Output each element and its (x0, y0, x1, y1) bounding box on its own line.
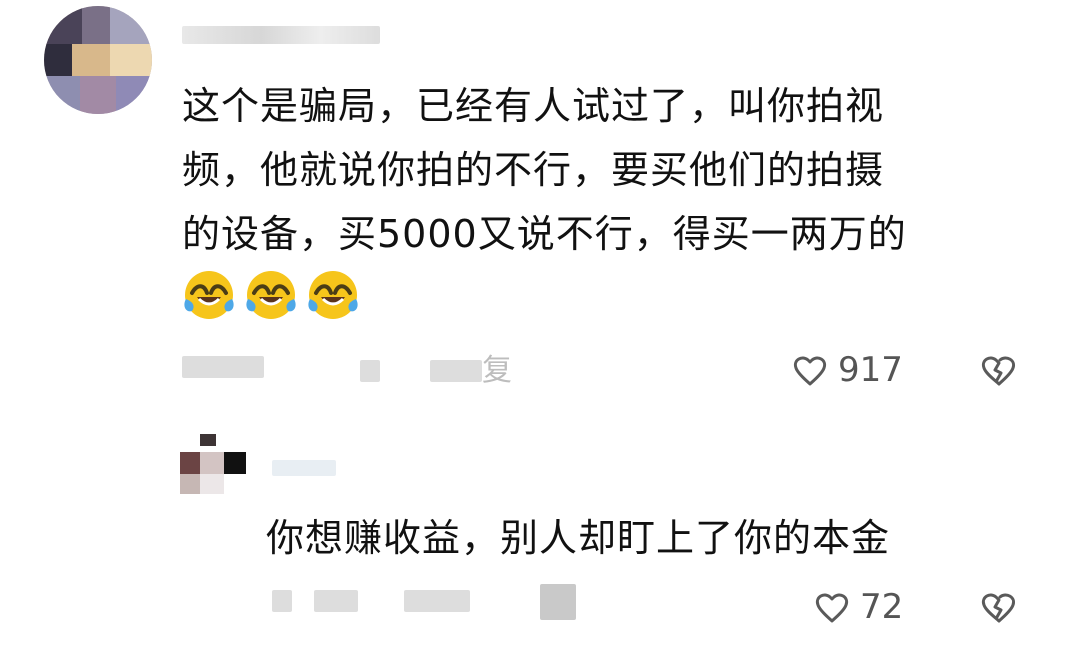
comment-item-1[interactable]: 这个是骗局，已经有人试过了，叫你拍视 频，他就说你拍的不行，要买他们的拍摄 的设… (0, 0, 1080, 410)
reply-blurred-fragment[interactable] (540, 584, 576, 620)
comment-text: 这个是骗局，已经有人试过了，叫你拍视 频，他就说你拍的不行，要买他们的拍摄 的设… (182, 84, 907, 256)
like-button[interactable]: 72 (812, 587, 903, 627)
timestamp-blurred (182, 356, 264, 378)
heart-icon (790, 350, 830, 390)
dislike-button[interactable] (978, 350, 1020, 390)
broken-heart-icon (978, 350, 1020, 390)
avatar[interactable] (180, 434, 248, 502)
emoji-row (182, 268, 360, 322)
like-count: 917 (838, 350, 903, 390)
reply-blurred[interactable] (430, 360, 482, 382)
reply-label-fragment[interactable]: 复 (482, 356, 512, 386)
username-blurred[interactable] (182, 26, 380, 44)
like-button[interactable]: 917 (790, 350, 903, 390)
broken-heart-icon (978, 587, 1020, 627)
comment-item-2[interactable]: 你想赚收益，别人却盯上了你的本金 72 (0, 410, 1080, 656)
like-count: 72 (860, 587, 904, 627)
laughing-crying-face-icon (244, 268, 298, 322)
reply-text: 你想赚收益，别人却盯上了你的本金 (266, 516, 891, 560)
heart-icon (812, 587, 852, 627)
avatar[interactable] (44, 6, 152, 114)
dislike-button[interactable] (978, 587, 1020, 627)
location-blurred (314, 590, 358, 612)
location-blurred (360, 360, 380, 382)
username-blurred[interactable] (272, 460, 336, 476)
timestamp-blurred (272, 590, 292, 612)
reply-blurred[interactable] (404, 590, 470, 612)
laughing-crying-face-icon (306, 268, 360, 322)
laughing-crying-face-icon (182, 268, 236, 322)
